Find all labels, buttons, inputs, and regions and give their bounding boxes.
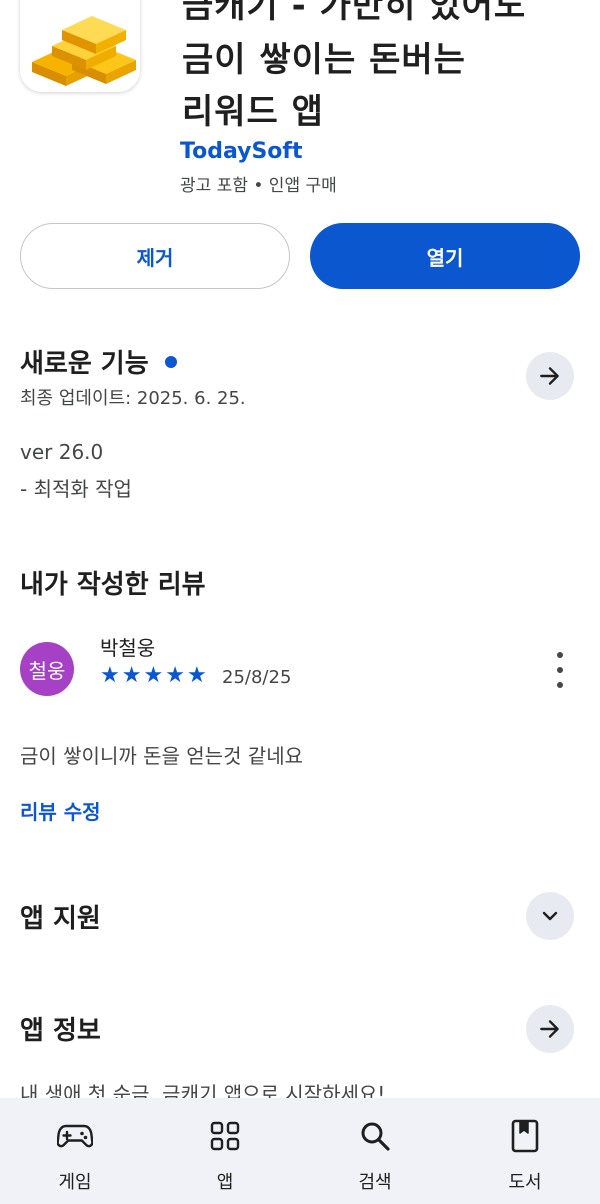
star-icon: ★ [165,663,185,688]
new-indicator-dot [164,355,177,368]
star-icon: ★ [121,663,142,688]
arrow-right-icon [540,1020,559,1038]
edit-review-link[interactable]: 리뷰 수정 [20,796,101,825]
open-button[interactable]: 열기 [310,223,580,289]
app-support-expand-button[interactable] [526,892,574,940]
app-title-line-1: 금캐기 - 가만히 있어도 [182,0,527,26]
version-text: ver 26.0 [20,440,104,464]
book-icon [507,1118,543,1154]
star-icon: ★ [186,663,207,688]
more-options-icon[interactable] [546,652,574,688]
nav-label-books: 도서 [508,1172,542,1193]
review-text: 금이 쌓이니까 돈을 얻는것 같네요 [20,744,304,768]
app-info-title: 앱 정보 [20,1016,101,1046]
gamepad-icon [57,1118,93,1154]
star-rating: ★ ★ ★ ★ ★ [100,664,207,688]
star-icon: ★ [143,663,164,688]
app-support-title: 앱 지원 [20,904,101,934]
gold-bars-icon [32,16,136,86]
avatar: 철웅 [20,642,74,696]
chevron-down-icon [542,911,558,921]
nav-item-apps[interactable]: 앱 [175,1098,275,1204]
app-title-line-2: 금이 쌓이는 돈버는 [182,40,466,80]
review-date: 25/8/25 [222,667,292,688]
arrow-right-icon [540,367,559,385]
my-review-title: 내가 작성한 리뷰 [20,570,206,600]
app-meta: 광고 포함 • 인앱 구매 [180,176,337,196]
last-updated: 최종 업데이트: 2025. 6. 25. [20,388,246,409]
search-icon [357,1118,393,1154]
star-icon: ★ [100,663,120,688]
uninstall-button[interactable]: 제거 [20,223,290,289]
nav-label-games: 게임 [58,1172,92,1193]
nav-item-books[interactable]: 도서 [475,1098,575,1204]
bottom-navigation: 게임 앱 검색 도서 [0,1098,600,1204]
nav-item-search[interactable]: 검색 [325,1098,425,1204]
nav-label-apps: 앱 [216,1172,234,1193]
nav-item-games[interactable]: 게임 [25,1098,125,1204]
review-author: 박철웅 [100,636,156,660]
app-info-arrow-button[interactable] [526,1005,574,1053]
whats-new-title: 새로운 기능 [20,349,149,379]
whats-new-arrow-button[interactable] [526,352,574,400]
apps-grid-icon [207,1118,243,1154]
update-note: - 최적화 작업 [20,477,132,501]
app-icon [20,0,140,92]
nav-label-search: 검색 [358,1172,392,1193]
developer-link[interactable]: TodaySoft [180,139,303,164]
app-title-line-3: 리워드 앱 [182,92,324,132]
whats-new-header[interactable]: 새로운 기능 [20,343,177,380]
